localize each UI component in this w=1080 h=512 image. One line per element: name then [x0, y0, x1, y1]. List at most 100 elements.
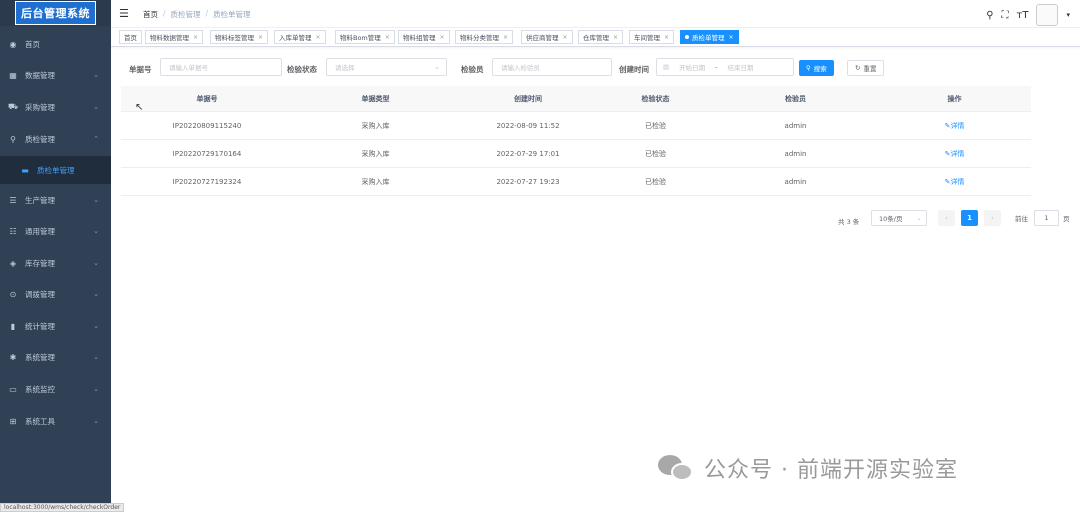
close-icon[interactable]: × [613, 34, 618, 41]
page-size-value: 10条/页 [879, 215, 903, 223]
tab-tag[interactable]: 物料Bom管理 × [335, 30, 395, 44]
detail-link[interactable]: ✎详情 [878, 121, 1031, 131]
table-cell: admin [784, 121, 807, 130]
tab-tag-label: 物料标签管理 [215, 34, 254, 42]
sidebar-item[interactable]: ▮ 统计管理 ⌄ [0, 312, 111, 340]
table-cell: 采购入库 [361, 121, 390, 130]
document-icon: ▬ [21, 165, 29, 175]
page-size-select[interactable]: 10条/页 ⌄ [871, 210, 927, 226]
goto-page-input[interactable]: 1 [1034, 210, 1059, 226]
wechat-icon [658, 453, 696, 483]
font-size-icon[interactable]: ᴛT [1017, 10, 1029, 21]
order-no-input[interactable]: 请输入单据号 [160, 58, 282, 76]
prev-page-button[interactable]: ‹ [938, 210, 955, 226]
data-table: 单据号 单据类型 创建时间 检验状态 检验员 操作 IP20220809115240 采购入… [121, 86, 1031, 196]
close-icon[interactable]: × [440, 34, 445, 41]
sidebar-item[interactable]: ☰ 生产管理 ⌄ [0, 186, 111, 214]
close-icon[interactable]: × [316, 34, 321, 41]
sidebar-item-label: 质检单管理 [37, 165, 75, 175]
sidebar-item-label: 统计管理 [25, 321, 55, 331]
gear-icon: ✱ [9, 352, 17, 362]
sidebar-item-label: 库存管理 [25, 258, 55, 268]
sidebar-item[interactable]: ▦ 数据管理 ⌄ [0, 61, 111, 89]
chevron-down-icon: ⌄ [93, 103, 99, 111]
next-page-button[interactable]: › [984, 210, 1001, 226]
sidebar-item-label: 系统监控 [25, 384, 55, 394]
tab-tag[interactable]: 物料数据管理 × [145, 30, 204, 44]
inspector-placeholder: 请输入检验员 [501, 64, 540, 72]
breadcrumb-separator: / [205, 9, 209, 18]
tab-tag[interactable]: 物料组管理 × [398, 30, 450, 44]
search-icon: ⚲ [806, 64, 811, 72]
column-header: 检验状态 [641, 94, 670, 103]
close-icon[interactable]: × [385, 34, 390, 41]
sidebar-item-label: 生产管理 [25, 195, 55, 205]
active-dot-icon [685, 35, 689, 39]
avatar[interactable] [1036, 4, 1059, 26]
close-icon[interactable]: × [664, 34, 669, 41]
watermark-text: 公众号 · 前端开源实验室 [704, 458, 958, 483]
sidebar-item[interactable]: ⚲ 质检管理 ⌃ [0, 125, 111, 153]
breadcrumb: 首页 / 质检管理 / 质检单管理 [143, 9, 251, 20]
sidebar-item[interactable]: ◈ 库存管理 ⌄ [0, 249, 111, 277]
page-number-current[interactable]: 1 [961, 210, 978, 226]
table-cell: 已检验 [645, 177, 666, 186]
close-icon[interactable]: × [563, 34, 568, 41]
logo[interactable]: 后台管理系统 [0, 0, 111, 26]
pagination-total: 共 3 条 [838, 218, 860, 226]
sidebar-item[interactable]: ⊙ 调拨管理 ⌄ [0, 280, 111, 308]
chevron-down-icon: ⌄ [916, 214, 922, 222]
table-row: IP20220729170164 采购入库 2022-07-29 17:01 已检验 a… [121, 140, 1031, 168]
tab-tag[interactable]: 车间管理 × [629, 30, 675, 44]
tab-tag[interactable]: 物料分类管理 × [455, 30, 514, 44]
tab-tag[interactable]: 供应商管理 × [521, 30, 573, 44]
tab-tag[interactable]: 首页 [119, 30, 142, 44]
search-button[interactable]: ⚲ 搜索 [799, 60, 834, 76]
tab-tag[interactable]: 物料标签管理 × [210, 30, 269, 44]
tab-tag[interactable]: 入库单管理 × [274, 30, 326, 44]
close-icon[interactable]: × [729, 34, 734, 41]
breadcrumb-home[interactable]: 首页 [143, 9, 158, 20]
close-icon[interactable]: × [193, 34, 198, 41]
inspector-input[interactable]: 请输入检验员 [492, 58, 612, 76]
sidebar-item[interactable]: ✱ 系统管理 ⌄ [0, 343, 111, 371]
table-cell: IP20220809115240 [172, 121, 242, 130]
sidebar-item-label: 调拨管理 [25, 289, 55, 299]
hamburger-icon[interactable]: ☰ [119, 7, 129, 20]
breadcrumb-item: 质检管理 [170, 10, 201, 19]
table-cell: 2022-08-09 11:52 [496, 121, 560, 130]
status-label: 检验状态 [287, 65, 317, 74]
column-header: 创建时间 [514, 94, 542, 103]
table-cell: 2022-07-29 17:01 [496, 149, 560, 158]
chevron-up-icon: ⌃ [93, 135, 99, 143]
tab-tag[interactable]: 仓库管理 × [578, 30, 624, 44]
sidebar-item[interactable]: ⊞ 系统工具 ⌄ [0, 407, 111, 435]
sidebar-item[interactable]: ☷ 通用管理 ⌄ [0, 217, 111, 245]
sidebar-item[interactable]: ◉ 首页 [0, 30, 111, 58]
fullscreen-icon[interactable]: ⛶ [1002, 10, 1009, 21]
chevron-down-icon[interactable]: ▾ [1066, 11, 1070, 19]
date-range-picker[interactable]: ▤ 开始日期 - 结束日期 [656, 58, 794, 76]
detail-link-label: 详情 [950, 121, 965, 130]
sidebar-item[interactable]: ▭ 系统监控 ⌄ [0, 375, 111, 403]
status-select[interactable]: 请选择 ⌄ [326, 58, 447, 76]
navbar: ☰ 首页 / 质检管理 / 质检单管理 ⚲ ⛶ ᴛT ▾ [111, 0, 1080, 28]
transfer-icon: ⊙ [9, 289, 17, 299]
search-icon[interactable]: ⚲ [986, 10, 993, 21]
sidebar-item[interactable]: ▬ 质检单管理 [0, 156, 111, 184]
table-icon: ▦ [9, 70, 17, 80]
close-icon[interactable]: × [503, 34, 508, 41]
chevron-down-icon: ⌄ [93, 322, 99, 330]
close-icon[interactable]: × [258, 34, 263, 41]
toolbox-icon: ⊞ [9, 416, 17, 426]
calendar-icon: ▤ [663, 63, 670, 71]
logo-text: 后台管理系统 [15, 1, 96, 25]
tab-tag[interactable]: 质检单管理 × [680, 30, 739, 44]
search-button-label: 搜索 [813, 65, 827, 73]
sidebar-item[interactable]: ⛟ 采购管理 ⌄ [0, 93, 111, 121]
detail-link[interactable]: ✎详情 [878, 149, 1031, 159]
breadcrumb-item: 质检单管理 [213, 10, 251, 19]
detail-link[interactable]: ✎详情 [878, 177, 1031, 187]
reset-button[interactable]: ↻ 重置 [847, 60, 885, 76]
chevron-down-icon: ⌄ [93, 196, 99, 204]
